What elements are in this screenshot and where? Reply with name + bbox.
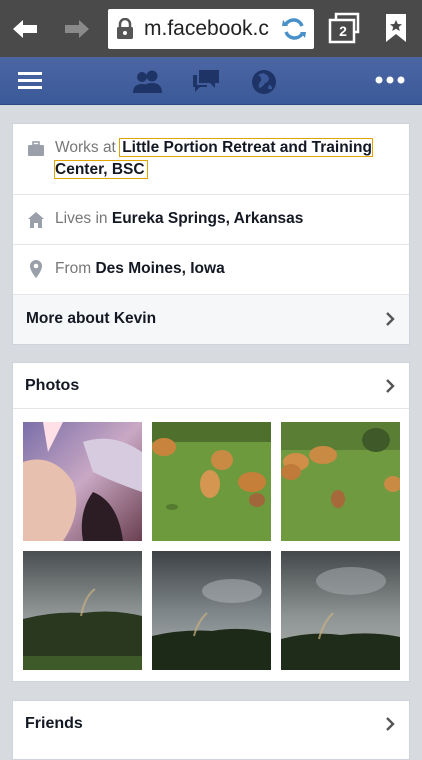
tabs-button[interactable]: 2 xyxy=(326,11,366,45)
from-prefix: From xyxy=(55,260,92,277)
photo-chickens-1[interactable] xyxy=(152,422,271,541)
lives-prefix: Lives in xyxy=(55,210,108,227)
more-dots-icon[interactable] xyxy=(374,74,406,92)
photo-chickens-2[interactable] xyxy=(281,422,400,541)
browser-toolbar: m.facebook.c 2 xyxy=(0,0,422,57)
reload-icon[interactable] xyxy=(280,15,308,48)
lock-icon xyxy=(116,17,134,45)
more-about-row[interactable]: More about Kevin xyxy=(13,295,409,344)
friend-requests-icon[interactable] xyxy=(132,68,164,99)
briefcase-icon xyxy=(27,141,45,162)
work-prefix: Works at xyxy=(55,139,116,156)
from-place-link[interactable]: Des Moines, Iowa xyxy=(95,260,224,277)
lives-place-link[interactable]: Eureka Springs, Arkansas xyxy=(112,210,304,227)
photos-title: Photos xyxy=(25,377,80,394)
forward-arrow-icon[interactable] xyxy=(62,14,92,44)
lives-text: Lives in Eureka Springs, Arkansas xyxy=(55,208,303,230)
work-row[interactable]: Works at Little Portion Retreat and Trai… xyxy=(13,124,409,195)
photo-blurry-person[interactable] xyxy=(23,422,142,541)
messages-icon[interactable] xyxy=(191,68,221,99)
work-text: Works at Little Portion Retreat and Trai… xyxy=(54,137,395,181)
bookmark-icon[interactable] xyxy=(383,12,409,49)
chevron-right-icon xyxy=(385,716,395,737)
photo-rainbow-3[interactable] xyxy=(281,551,400,670)
home-icon xyxy=(27,211,45,234)
friends-title: Friends xyxy=(25,715,83,732)
menu-icon[interactable] xyxy=(16,70,44,97)
photo-rainbow-2[interactable] xyxy=(152,551,271,670)
from-row[interactable]: From Des Moines, Iowa xyxy=(13,245,409,295)
chevron-right-icon xyxy=(385,311,395,332)
chevron-right-icon xyxy=(385,378,395,399)
more-about-label: More about Kevin xyxy=(26,310,157,327)
photos-header[interactable]: Photos xyxy=(13,363,409,409)
friends-card[interactable]: Friends xyxy=(12,700,410,760)
photos-card: Photos xyxy=(12,362,410,682)
lives-row[interactable]: Lives in Eureka Springs, Arkansas xyxy=(13,195,409,245)
back-arrow-icon[interactable] xyxy=(10,14,40,44)
tab-count: 2 xyxy=(339,23,347,39)
notifications-globe-icon[interactable] xyxy=(250,68,278,101)
about-card: Works at Little Portion Retreat and Trai… xyxy=(12,123,410,345)
facebook-nav-bar xyxy=(0,57,422,105)
photo-rainbow-1[interactable] xyxy=(23,551,142,670)
url-text[interactable]: m.facebook.c xyxy=(144,17,274,41)
location-pin-icon xyxy=(29,259,43,284)
url-bar[interactable]: m.facebook.c xyxy=(108,9,314,49)
from-text: From Des Moines, Iowa xyxy=(55,258,225,280)
